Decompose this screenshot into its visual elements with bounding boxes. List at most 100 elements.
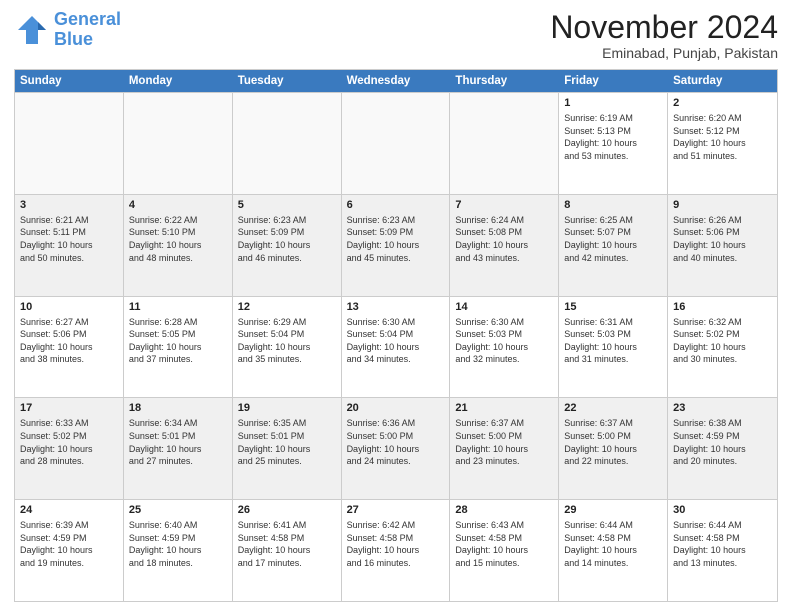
cal-cell-29: 29Sunrise: 6:44 AMSunset: 4:58 PMDayligh… xyxy=(559,500,668,601)
day-info: Sunrise: 6:32 AMSunset: 5:02 PMDaylight:… xyxy=(673,316,772,366)
cal-cell-20: 20Sunrise: 6:36 AMSunset: 5:00 PMDayligh… xyxy=(342,398,451,499)
cal-cell-18: 18Sunrise: 6:34 AMSunset: 5:01 PMDayligh… xyxy=(124,398,233,499)
day-info: Sunrise: 6:20 AMSunset: 5:12 PMDaylight:… xyxy=(673,112,772,162)
cal-cell-11: 11Sunrise: 6:28 AMSunset: 5:05 PMDayligh… xyxy=(124,297,233,398)
cal-cell-23: 23Sunrise: 6:38 AMSunset: 4:59 PMDayligh… xyxy=(668,398,777,499)
cal-cell-16: 16Sunrise: 6:32 AMSunset: 5:02 PMDayligh… xyxy=(668,297,777,398)
day-number: 27 xyxy=(347,503,445,518)
cal-cell-13: 13Sunrise: 6:30 AMSunset: 5:04 PMDayligh… xyxy=(342,297,451,398)
header-day-friday: Friday xyxy=(559,70,668,92)
day-info: Sunrise: 6:21 AMSunset: 5:11 PMDaylight:… xyxy=(20,214,118,264)
day-info: Sunrise: 6:29 AMSunset: 5:04 PMDaylight:… xyxy=(238,316,336,366)
day-info: Sunrise: 6:28 AMSunset: 5:05 PMDaylight:… xyxy=(129,316,227,366)
day-number: 30 xyxy=(673,503,772,518)
cal-cell-8: 8Sunrise: 6:25 AMSunset: 5:07 PMDaylight… xyxy=(559,195,668,296)
day-number: 6 xyxy=(347,198,445,213)
day-info: Sunrise: 6:37 AMSunset: 5:00 PMDaylight:… xyxy=(455,417,553,467)
cal-cell-30: 30Sunrise: 6:44 AMSunset: 4:58 PMDayligh… xyxy=(668,500,777,601)
page: General Blue November 2024 Eminabad, Pun… xyxy=(0,0,792,612)
calendar-row-1: 3Sunrise: 6:21 AMSunset: 5:11 PMDaylight… xyxy=(15,194,777,296)
cal-cell-15: 15Sunrise: 6:31 AMSunset: 5:03 PMDayligh… xyxy=(559,297,668,398)
logo-text: General Blue xyxy=(54,10,121,50)
day-number: 17 xyxy=(20,401,118,416)
day-number: 4 xyxy=(129,198,227,213)
day-info: Sunrise: 6:22 AMSunset: 5:10 PMDaylight:… xyxy=(129,214,227,264)
logo-general: General xyxy=(54,9,121,29)
cal-cell-22: 22Sunrise: 6:37 AMSunset: 5:00 PMDayligh… xyxy=(559,398,668,499)
calendar-header: SundayMondayTuesdayWednesdayThursdayFrid… xyxy=(15,70,777,92)
cal-cell-4: 4Sunrise: 6:22 AMSunset: 5:10 PMDaylight… xyxy=(124,195,233,296)
day-number: 29 xyxy=(564,503,662,518)
cal-cell-19: 19Sunrise: 6:35 AMSunset: 5:01 PMDayligh… xyxy=(233,398,342,499)
day-info: Sunrise: 6:37 AMSunset: 5:00 PMDaylight:… xyxy=(564,417,662,467)
month-title: November 2024 xyxy=(550,10,778,45)
day-info: Sunrise: 6:36 AMSunset: 5:00 PMDaylight:… xyxy=(347,417,445,467)
header-day-monday: Monday xyxy=(124,70,233,92)
day-number: 26 xyxy=(238,503,336,518)
day-info: Sunrise: 6:39 AMSunset: 4:59 PMDaylight:… xyxy=(20,519,118,569)
logo-icon xyxy=(14,12,50,48)
cal-cell-empty-4 xyxy=(450,93,559,194)
calendar: SundayMondayTuesdayWednesdayThursdayFrid… xyxy=(14,69,778,602)
day-number: 18 xyxy=(129,401,227,416)
day-info: Sunrise: 6:31 AMSunset: 5:03 PMDaylight:… xyxy=(564,316,662,366)
day-info: Sunrise: 6:42 AMSunset: 4:58 PMDaylight:… xyxy=(347,519,445,569)
cal-cell-empty-1 xyxy=(124,93,233,194)
day-number: 24 xyxy=(20,503,118,518)
logo-blue: Blue xyxy=(54,29,93,49)
day-info: Sunrise: 6:27 AMSunset: 5:06 PMDaylight:… xyxy=(20,316,118,366)
day-number: 28 xyxy=(455,503,553,518)
cal-cell-28: 28Sunrise: 6:43 AMSunset: 4:58 PMDayligh… xyxy=(450,500,559,601)
header-day-wednesday: Wednesday xyxy=(342,70,451,92)
cal-cell-14: 14Sunrise: 6:30 AMSunset: 5:03 PMDayligh… xyxy=(450,297,559,398)
logo: General Blue xyxy=(14,10,121,50)
calendar-row-0: 1Sunrise: 6:19 AMSunset: 5:13 PMDaylight… xyxy=(15,92,777,194)
header-day-tuesday: Tuesday xyxy=(233,70,342,92)
day-number: 25 xyxy=(129,503,227,518)
header-day-thursday: Thursday xyxy=(450,70,559,92)
day-number: 20 xyxy=(347,401,445,416)
day-info: Sunrise: 6:38 AMSunset: 4:59 PMDaylight:… xyxy=(673,417,772,467)
day-info: Sunrise: 6:44 AMSunset: 4:58 PMDaylight:… xyxy=(673,519,772,569)
cal-cell-17: 17Sunrise: 6:33 AMSunset: 5:02 PMDayligh… xyxy=(15,398,124,499)
day-number: 5 xyxy=(238,198,336,213)
title-block: November 2024 Eminabad, Punjab, Pakistan xyxy=(550,10,778,61)
header: General Blue November 2024 Eminabad, Pun… xyxy=(14,10,778,61)
day-info: Sunrise: 6:40 AMSunset: 4:59 PMDaylight:… xyxy=(129,519,227,569)
calendar-row-4: 24Sunrise: 6:39 AMSunset: 4:59 PMDayligh… xyxy=(15,499,777,601)
day-number: 2 xyxy=(673,96,772,111)
day-number: 23 xyxy=(673,401,772,416)
cal-cell-empty-2 xyxy=(233,93,342,194)
day-info: Sunrise: 6:19 AMSunset: 5:13 PMDaylight:… xyxy=(564,112,662,162)
calendar-row-2: 10Sunrise: 6:27 AMSunset: 5:06 PMDayligh… xyxy=(15,296,777,398)
location: Eminabad, Punjab, Pakistan xyxy=(550,45,778,61)
day-number: 21 xyxy=(455,401,553,416)
day-number: 11 xyxy=(129,300,227,315)
cal-cell-6: 6Sunrise: 6:23 AMSunset: 5:09 PMDaylight… xyxy=(342,195,451,296)
header-day-saturday: Saturday xyxy=(668,70,777,92)
day-number: 15 xyxy=(564,300,662,315)
day-number: 14 xyxy=(455,300,553,315)
cal-cell-24: 24Sunrise: 6:39 AMSunset: 4:59 PMDayligh… xyxy=(15,500,124,601)
day-number: 12 xyxy=(238,300,336,315)
day-number: 7 xyxy=(455,198,553,213)
day-info: Sunrise: 6:25 AMSunset: 5:07 PMDaylight:… xyxy=(564,214,662,264)
day-number: 19 xyxy=(238,401,336,416)
day-number: 8 xyxy=(564,198,662,213)
day-info: Sunrise: 6:23 AMSunset: 5:09 PMDaylight:… xyxy=(347,214,445,264)
cal-cell-empty-3 xyxy=(342,93,451,194)
day-info: Sunrise: 6:43 AMSunset: 4:58 PMDaylight:… xyxy=(455,519,553,569)
cal-cell-25: 25Sunrise: 6:40 AMSunset: 4:59 PMDayligh… xyxy=(124,500,233,601)
cal-cell-27: 27Sunrise: 6:42 AMSunset: 4:58 PMDayligh… xyxy=(342,500,451,601)
day-info: Sunrise: 6:30 AMSunset: 5:03 PMDaylight:… xyxy=(455,316,553,366)
cal-cell-12: 12Sunrise: 6:29 AMSunset: 5:04 PMDayligh… xyxy=(233,297,342,398)
cal-cell-7: 7Sunrise: 6:24 AMSunset: 5:08 PMDaylight… xyxy=(450,195,559,296)
day-info: Sunrise: 6:24 AMSunset: 5:08 PMDaylight:… xyxy=(455,214,553,264)
day-info: Sunrise: 6:23 AMSunset: 5:09 PMDaylight:… xyxy=(238,214,336,264)
cal-cell-26: 26Sunrise: 6:41 AMSunset: 4:58 PMDayligh… xyxy=(233,500,342,601)
day-number: 3 xyxy=(20,198,118,213)
day-number: 22 xyxy=(564,401,662,416)
cal-cell-empty-0 xyxy=(15,93,124,194)
cal-cell-21: 21Sunrise: 6:37 AMSunset: 5:00 PMDayligh… xyxy=(450,398,559,499)
day-number: 13 xyxy=(347,300,445,315)
